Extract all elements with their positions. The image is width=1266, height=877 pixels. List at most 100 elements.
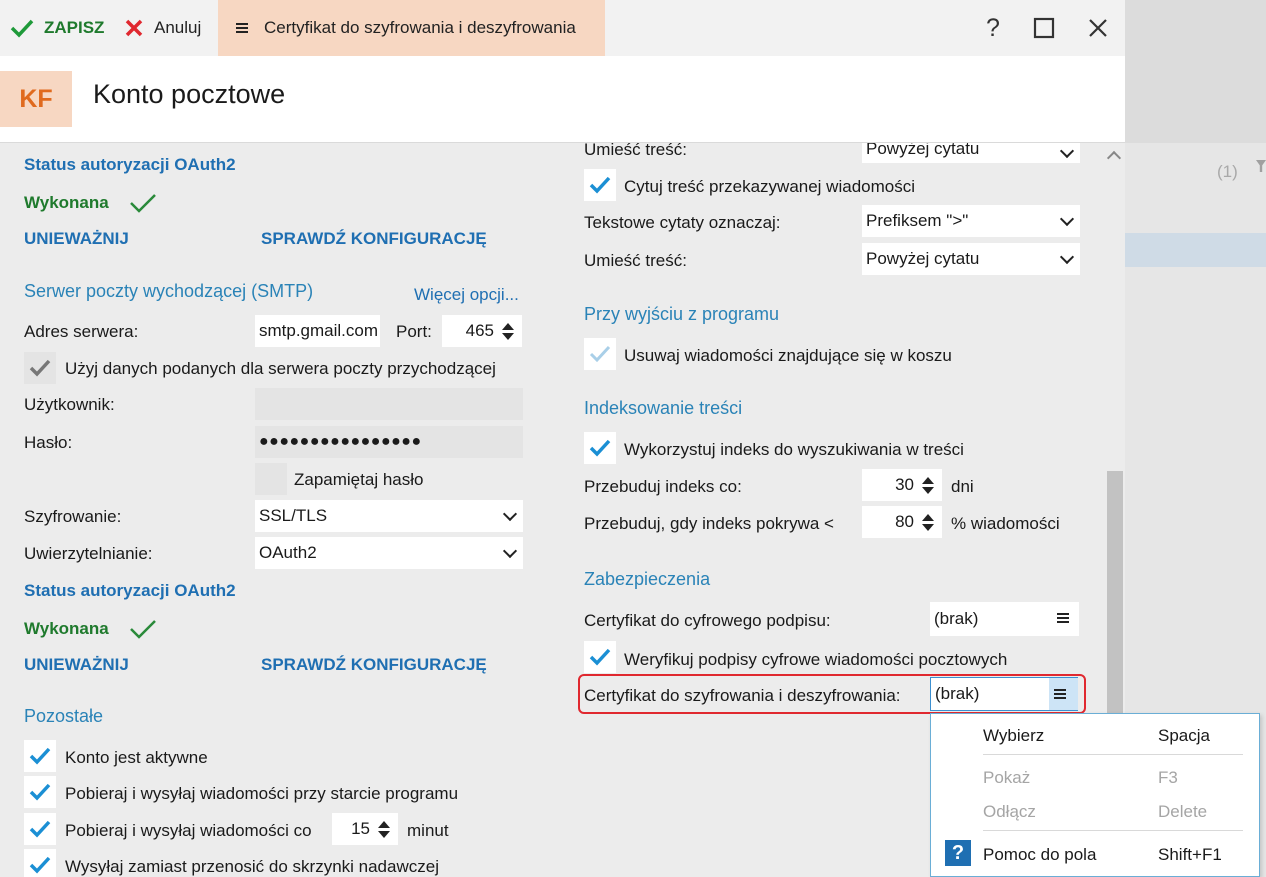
status-check-icon: [130, 194, 156, 213]
account-active-checkbox[interactable]: [24, 740, 56, 772]
background-selected-row: [1125, 233, 1266, 267]
save-button[interactable]: ZAPISZ: [10, 0, 104, 56]
cancel-button[interactable]: Anuluj: [124, 0, 201, 56]
fetch-on-start-label: Pobieraj i wysyłaj wiadomości przy starc…: [65, 784, 459, 803]
rebuild-every-value: 30: [895, 475, 914, 494]
oauth-status-value-2: Wykonana: [24, 619, 109, 638]
text-quotes-value: Prefiksem ">": [866, 211, 969, 230]
send-instead-label: Wysyłaj zamiast przenosić do skrzynki na…: [65, 857, 439, 876]
menu-icon: [236, 23, 248, 33]
help-icon[interactable]: ?: [945, 840, 971, 866]
checkmark-icon: [589, 439, 611, 457]
user-input[interactable]: [255, 388, 523, 420]
rebuild-every-label: Przebuduj indeks co:: [584, 477, 742, 496]
menu-item-label: Wybierz: [983, 726, 1045, 745]
more-options-link[interactable]: Więcej opcji...: [414, 285, 519, 305]
rebuild-every-stepper[interactable]: 30: [862, 469, 942, 501]
auth-select[interactable]: OAuth2: [255, 537, 523, 569]
verify-signatures-label: Weryfikuj podpisy cyfrowe wiadomości poc…: [624, 650, 1008, 669]
enc-cert-picker[interactable]: (brak): [930, 677, 1078, 711]
quote-forwarded-checkbox[interactable]: [584, 169, 616, 201]
revoke-link[interactable]: UNIEWAŻNIJ: [24, 229, 129, 249]
enc-cert-label: Certyfikat do szyfrowania i deszyfrowani…: [584, 686, 901, 705]
stepper-down-icon[interactable]: [922, 487, 934, 494]
quote-forwarded-label: Cytuj treść przekazywanej wiadomości: [624, 177, 915, 196]
menu-separator: [983, 830, 1243, 831]
remember-password-checkbox[interactable]: [255, 463, 287, 495]
server-label: Adres serwera:: [24, 322, 139, 341]
stepper-down-icon[interactable]: [378, 831, 390, 838]
index-heading: Indeksowanie treści: [584, 398, 743, 418]
fetch-interval-unit: minut: [407, 821, 449, 840]
place-content-value: Powyżej cytatu: [866, 143, 980, 158]
other-heading: Pozostałe: [24, 706, 104, 726]
stepper-up-icon[interactable]: [378, 821, 390, 828]
fetch-on-start-checkbox[interactable]: [24, 776, 56, 808]
place-content-select-2[interactable]: Powyżej cytatu: [862, 243, 1080, 275]
checkmark-icon: [29, 359, 51, 377]
menu-item-shortcut: F3: [1158, 768, 1178, 787]
oauth-status-heading-2: Status autoryzacji OAuth2: [24, 581, 236, 600]
encryption-label: Szyfrowanie:: [24, 507, 122, 526]
background-app-header: [1125, 0, 1266, 143]
menu-item-detach: Odłącz Delete: [931, 794, 1259, 828]
check-config-link[interactable]: SPRAWDŹ KONFIGURACJĘ: [261, 229, 487, 249]
menu-item-select[interactable]: Wybierz Spacja: [931, 718, 1259, 752]
close-button[interactable]: [1080, 10, 1116, 46]
chevron-down-icon: [502, 543, 518, 559]
exit-heading: Przy wyjściu z programu: [584, 304, 780, 324]
chevron-down-icon: [1059, 249, 1075, 265]
chevron-down-icon: [1059, 211, 1075, 227]
place-content-label: Umieść treść:: [584, 143, 687, 159]
account-active-label: Konto jest aktywne: [65, 748, 208, 767]
place-content-select[interactable]: Powyżej cytatu: [862, 143, 1080, 163]
remember-password-label: Zapamiętaj hasło: [294, 470, 424, 489]
rebuild-cover-stepper[interactable]: 80: [862, 506, 942, 538]
use-incoming-checkbox[interactable]: [24, 352, 56, 384]
server-input[interactable]: smtp.gmail.com: [255, 315, 380, 347]
cancel-label: Anuluj: [154, 18, 202, 37]
fetch-every-label: Pobieraj i wysyłaj wiadomości co: [65, 821, 312, 840]
sign-cert-value: (brak): [934, 609, 979, 628]
text-quotes-select[interactable]: Prefiksem ">": [862, 205, 1080, 237]
help-button[interactable]: ?: [975, 10, 1011, 46]
send-instead-checkbox[interactable]: [24, 849, 56, 877]
chevron-down-icon: [1059, 143, 1075, 159]
menu-item-label: Odłącz: [983, 802, 1036, 821]
encryption-select[interactable]: SSL/TLS: [255, 500, 523, 532]
maximize-button[interactable]: [1026, 10, 1062, 46]
stepper-down-icon[interactable]: [502, 333, 514, 340]
password-input[interactable]: ●●●●●●●●●●●●●●●●: [255, 426, 523, 458]
fetch-interval-stepper[interactable]: 15: [332, 813, 398, 845]
menu-icon[interactable]: [1057, 613, 1069, 623]
save-label: ZAPISZ: [44, 18, 105, 37]
menu-item-field-help[interactable]: Pomoc do pola Shift+F1: [931, 837, 1259, 871]
fetch-every-checkbox[interactable]: [24, 813, 56, 845]
stepper-up-icon[interactable]: [502, 323, 514, 330]
filter-icon: [1256, 160, 1266, 172]
header: KF Konto pocztowe: [0, 56, 1125, 143]
stepper-up-icon[interactable]: [922, 477, 934, 484]
menu-item-shortcut: Shift+F1: [1158, 845, 1222, 864]
check-icon: [10, 19, 34, 38]
rebuild-cover-unit: % wiadomości: [951, 514, 1060, 533]
stepper-up-icon[interactable]: [922, 514, 934, 521]
revoke-link-2[interactable]: UNIEWAŻNIJ: [24, 655, 129, 675]
use-index-checkbox[interactable]: [584, 432, 616, 464]
password-label: Hasło:: [24, 433, 73, 452]
active-tab[interactable]: Certyfikat do szyfrowania i deszyfrowani…: [218, 0, 605, 56]
security-heading: Zabezpieczenia: [584, 569, 711, 589]
status-check-icon: [130, 620, 156, 639]
encryption-value: SSL/TLS: [259, 506, 328, 525]
verify-signatures-checkbox[interactable]: [584, 641, 616, 673]
menu-icon: [1054, 689, 1066, 699]
check-config-link-2[interactable]: SPRAWDŹ KONFIGURACJĘ: [261, 655, 487, 675]
delete-trash-checkbox[interactable]: [584, 338, 616, 370]
sign-cert-picker[interactable]: (brak): [930, 602, 1079, 636]
close-icon: [1089, 19, 1107, 37]
checkmark-icon: [29, 856, 51, 874]
stepper-down-icon[interactable]: [922, 524, 934, 531]
port-stepper[interactable]: 465: [442, 315, 522, 347]
menu-item-shortcut: Spacja: [1158, 726, 1210, 745]
smtp-heading: Serwer poczty wychodzącej (SMTP): [24, 281, 314, 301]
